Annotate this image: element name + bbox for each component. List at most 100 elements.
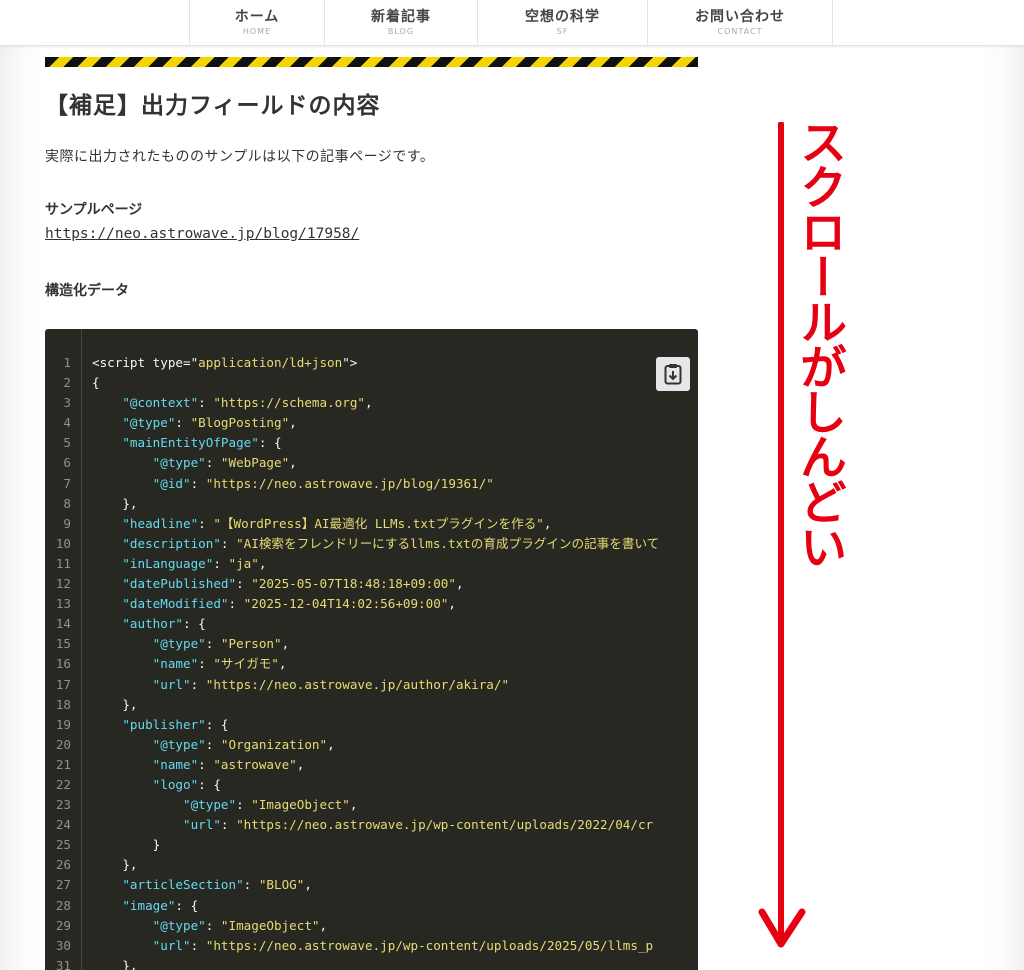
code-token: :	[228, 596, 244, 612]
code-token: : {	[258, 435, 282, 451]
code-token: "【WordPress】AI最適化 LLMs.txtプラグインを作る"	[213, 515, 544, 531]
code-line: 10 "description": "AI検索をフレンドリーにするllms.tx…	[45, 534, 659, 554]
code-token: :	[198, 656, 214, 672]
code-token: },	[92, 495, 138, 511]
code-token: :	[198, 756, 214, 772]
code-token: ,	[319, 917, 328, 933]
line-number: 26	[55, 857, 71, 873]
code-text: },	[81, 956, 137, 970]
code-token: : {	[198, 776, 221, 792]
code-line: 15 "@type": "Person",	[45, 634, 659, 654]
code-token: ,	[258, 555, 267, 571]
code-token: :	[220, 535, 237, 551]
code-token: :	[198, 515, 214, 531]
code-line: 29 "@type": "ImageObject",	[45, 916, 659, 936]
code-token: "@id"	[152, 475, 191, 491]
section-heading: 【補足】出力フィールドの内容	[45, 93, 381, 119]
nav-item-blog[interactable]: 新着記事 BLOG	[325, 0, 478, 45]
code-token: "headline"	[122, 515, 199, 531]
code-text: "name": "astrowave",	[81, 755, 305, 775]
line-number: 14	[55, 616, 71, 632]
line-number: 20	[55, 736, 71, 752]
code-text: "name": "サイガモ",	[81, 654, 287, 674]
code-line: 18 },	[45, 695, 659, 715]
code-token: ,	[278, 656, 287, 672]
code-line: 5 "mainEntityOfPage": {	[45, 433, 659, 453]
code-line: 16 "name": "サイガモ",	[45, 654, 659, 674]
code-line: 20 "@type": "Organization",	[45, 735, 659, 755]
code-text: "url": "https://neo.astrowave.jp/author/…	[81, 675, 509, 695]
nav-item-label: ホーム	[234, 8, 280, 25]
code-line: 13 "dateModified": "2025-12-04T14:02:56+…	[45, 594, 659, 614]
code-token: "url"	[152, 937, 191, 953]
code-line: 23 "@type": "ImageObject",	[45, 795, 659, 815]
code-token: "name"	[152, 756, 199, 772]
code-token: "ImageObject"	[251, 797, 350, 813]
code-token: "BLOG"	[258, 877, 305, 893]
line-number: 23	[55, 797, 71, 813]
line-number: 10	[55, 535, 71, 551]
copy-code-button[interactable]	[656, 357, 690, 391]
top-navigation: ホーム HOME 新着記事 BLOG 空想の科学 SF お問い合わせ CONTACT	[0, 0, 1024, 46]
code-token: "dateModified"	[122, 596, 229, 612]
nav-item-label: お問い合わせ	[695, 8, 785, 25]
code-text: },	[81, 855, 138, 875]
code-line: 24 "url": "https://neo.astrowave.jp/wp-c…	[45, 815, 659, 835]
code-text: "@type": "ImageObject",	[81, 916, 327, 936]
code-token: :	[205, 917, 221, 933]
code-token: :	[205, 636, 221, 652]
code-line: 8 },	[45, 494, 659, 514]
code-line: 1 <script type="application/ld+json">	[45, 353, 659, 373]
code-line: 6 "@type": "WebPage",	[45, 453, 659, 473]
code-block: 1 <script type="application/ld+json"> 2{3 …	[45, 329, 698, 970]
code-token: },	[92, 696, 138, 712]
code-token: "mainEntityOfPage"	[122, 435, 259, 451]
code-token: "https://neo.astrowave.jp/author/akira/"	[205, 676, 510, 692]
code-token: "@type"	[183, 797, 237, 813]
nav-item-home[interactable]: ホーム HOME	[190, 0, 325, 45]
code-text: "inLanguage": "ja",	[81, 554, 266, 574]
line-number: 27	[55, 877, 71, 893]
code-token: :	[243, 877, 259, 893]
code-line: 11 "inLanguage": "ja",	[45, 554, 659, 574]
nav-item-sf[interactable]: 空想の科学 SF	[478, 0, 648, 45]
code-token: "logo"	[152, 776, 199, 792]
code-line: 21 "name": "astrowave",	[45, 755, 659, 775]
code-token: "https://neo.astrowave.jp/wp-content/upl…	[236, 817, 654, 833]
code-line: 27 "articleSection": "BLOG",	[45, 875, 659, 895]
code-token: "https://neo.astrowave.jp/blog/19361/"	[205, 475, 494, 491]
nav-item-sublabel: SF	[556, 26, 569, 36]
code-token: "description"	[122, 535, 221, 551]
code-text: <script type="application/ld+json">	[81, 353, 357, 373]
sample-page-link[interactable]: https://neo.astrowave.jp/blog/17958/	[45, 226, 359, 242]
code-token: ,	[365, 395, 373, 411]
code-line: 2{	[45, 373, 659, 393]
code-token: : {	[175, 897, 199, 913]
code-token: :	[190, 475, 206, 491]
code-token: :	[220, 817, 237, 833]
code-token: ">	[342, 355, 358, 370]
code-text: "dateModified": "2025-12-04T14:02:56+09:…	[81, 594, 456, 614]
code-token: },	[92, 857, 138, 873]
line-number: 30	[55, 937, 71, 953]
code-line: 25 }	[45, 835, 659, 855]
code-token: :	[236, 797, 252, 813]
code-text: },	[81, 695, 138, 715]
nav-item-contact[interactable]: お問い合わせ CONTACT	[648, 0, 833, 45]
code-token: "AI検索をフレンドリーにするllms.txtの育成プラグインの記事を書いて	[236, 535, 660, 551]
code-token: "url"	[183, 817, 221, 833]
code-token: : {	[205, 716, 229, 732]
intro-paragraph: 実際に出力されたもののサンプルは以下の記事ページです。	[45, 149, 435, 165]
code-token: "https://schema.org"	[213, 395, 365, 411]
